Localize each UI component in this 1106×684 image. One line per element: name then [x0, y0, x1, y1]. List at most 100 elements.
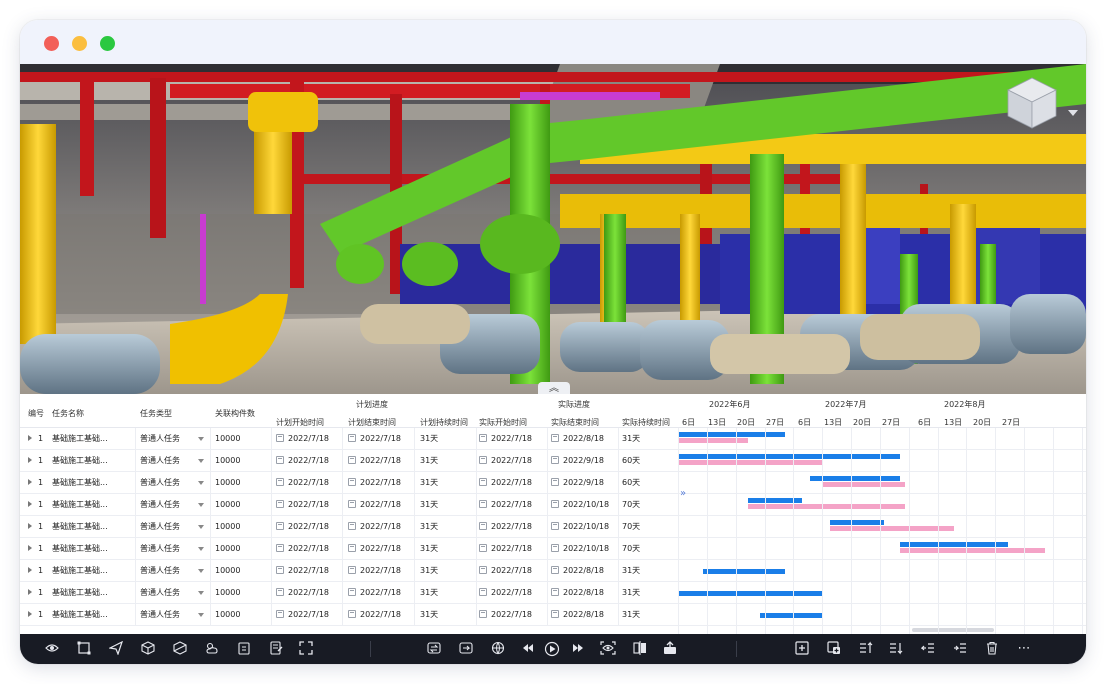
- calendar-icon[interactable]: [276, 522, 284, 530]
- cell-actual-end[interactable]: 2022/10/18: [551, 516, 621, 538]
- cell-plan-end[interactable]: 2022/7/18: [348, 604, 418, 626]
- expand-row-icon[interactable]: [28, 611, 32, 617]
- cell-plan-end[interactable]: 2022/7/18: [348, 516, 418, 538]
- calendar-icon[interactable]: [479, 522, 487, 530]
- globe-settings-icon[interactable]: [488, 639, 508, 659]
- calendar-icon[interactable]: [276, 588, 284, 596]
- gantt-plan-bar[interactable]: [809, 476, 901, 481]
- gantt-plan-bar[interactable]: [678, 432, 786, 437]
- calendar-icon[interactable]: [551, 456, 559, 464]
- table-row[interactable]: 1 基础施工基础... 普通人任务 10000 2022/7/18 2022/7/18 31…: [20, 538, 1086, 560]
- expand-timeline-icon[interactable]: »: [680, 488, 686, 499]
- calendar-icon[interactable]: [551, 588, 559, 596]
- dropdown-arrow-icon[interactable]: [198, 591, 204, 595]
- dropdown-arrow-icon[interactable]: [198, 503, 204, 507]
- cell-actual-start[interactable]: 2022/7/18: [479, 582, 549, 604]
- calendar-icon[interactable]: [348, 566, 356, 574]
- calendar-icon[interactable]: [551, 522, 559, 530]
- calendar-icon[interactable]: [551, 434, 559, 442]
- dropdown-arrow-icon[interactable]: [198, 525, 204, 529]
- cell-plan-end[interactable]: 2022/7/18: [348, 494, 418, 516]
- table-row[interactable]: 1 基础施工基础... 普通人任务 10000 2022/7/18 2022/7/18 31…: [20, 516, 1086, 538]
- cell-actual-end[interactable]: 2022/10/18: [551, 494, 621, 516]
- section-cube-icon[interactable]: [170, 639, 190, 659]
- cell-plan-start[interactable]: 2022/7/18: [276, 428, 346, 450]
- gantt-actual-bar[interactable]: [748, 504, 905, 509]
- gantt-plan-bar[interactable]: [702, 569, 786, 574]
- cell-actual-start[interactable]: 2022/7/18: [479, 560, 549, 582]
- gantt-actual-bar[interactable]: [900, 548, 1045, 553]
- cell-plan-end[interactable]: 2022/7/18: [348, 472, 418, 494]
- timeline-scrollbar[interactable]: [912, 628, 994, 632]
- calendar-icon[interactable]: [479, 566, 487, 574]
- expand-row-icon[interactable]: [28, 479, 32, 485]
- cell-actual-start[interactable]: 2022/7/18: [479, 604, 549, 626]
- cell-actual-end[interactable]: 2022/10/18: [551, 538, 621, 560]
- add-task-icon[interactable]: [792, 639, 812, 659]
- cell-plan-start[interactable]: 2022/7/18: [276, 494, 346, 516]
- indent-icon[interactable]: [950, 639, 970, 659]
- calendar-icon[interactable]: [348, 434, 356, 442]
- rewind-icon[interactable]: [518, 639, 538, 659]
- gantt-actual-bar[interactable]: [822, 482, 905, 487]
- send-icon[interactable]: [106, 639, 126, 659]
- calendar-icon[interactable]: [276, 456, 284, 464]
- gantt-actual-bar[interactable]: [678, 438, 749, 443]
- cell-plan-start[interactable]: 2022/7/18: [276, 560, 346, 582]
- calendar-icon[interactable]: [276, 544, 284, 552]
- close-window-button[interactable]: [44, 36, 59, 51]
- calendar-icon[interactable]: [276, 610, 284, 618]
- table-row[interactable]: 1 基础施工基础... 普通人任务 10000 2022/7/18 2022/7/18 31…: [20, 472, 1086, 494]
- calendar-icon[interactable]: [348, 500, 356, 508]
- table-row[interactable]: 1 基础施工基础... 普通人任务 10000 2022/7/18 2022/7/18 31…: [20, 494, 1086, 516]
- cell-actual-end[interactable]: 2022/9/18: [551, 450, 621, 472]
- select-box-icon[interactable]: [74, 639, 94, 659]
- expand-row-icon[interactable]: [28, 567, 32, 573]
- calendar-icon[interactable]: [479, 434, 487, 442]
- cell-plan-start[interactable]: 2022/7/18: [276, 450, 346, 472]
- dropdown-arrow-icon[interactable]: [198, 459, 204, 463]
- cell-plan-start[interactable]: 2022/7/18: [276, 516, 346, 538]
- calendar-icon[interactable]: [479, 588, 487, 596]
- dropdown-arrow-icon[interactable]: [198, 481, 204, 485]
- cube-icon[interactable]: [138, 639, 158, 659]
- fullscreen-icon[interactable]: [296, 639, 316, 659]
- fast-forward-icon[interactable]: [568, 639, 588, 659]
- gantt-actual-bar[interactable]: [830, 526, 955, 531]
- calendar-icon[interactable]: [348, 610, 356, 618]
- calendar-icon[interactable]: [348, 544, 356, 552]
- cell-actual-start[interactable]: 2022/7/18: [479, 450, 549, 472]
- gantt-plan-bar[interactable]: [830, 520, 884, 525]
- focus-view-icon[interactable]: [598, 639, 618, 659]
- cell-actual-start[interactable]: 2022/7/18: [479, 472, 549, 494]
- table-row[interactable]: 1 基础施工基础... 普通人任务 10000 2022/7/18 2022/7/18 31…: [20, 560, 1086, 582]
- collapse-panel-button[interactable]: ︽: [538, 382, 570, 394]
- calendar-icon[interactable]: [479, 610, 487, 618]
- cell-actual-start[interactable]: 2022/7/18: [479, 516, 549, 538]
- gantt-plan-bar[interactable]: [900, 542, 1008, 547]
- gantt-plan-bar[interactable]: [678, 591, 823, 596]
- calendar-icon[interactable]: [276, 434, 284, 442]
- table-row[interactable]: 1 基础施工基础... 普通人任务 10000 2022/7/18 2022/7/18 31…: [20, 582, 1086, 604]
- weather-icon[interactable]: [202, 639, 222, 659]
- calendar-icon[interactable]: [348, 456, 356, 464]
- calendar-icon[interactable]: [551, 500, 559, 508]
- cell-plan-end[interactable]: 2022/7/18: [348, 450, 418, 472]
- calendar-icon[interactable]: [348, 588, 356, 596]
- play-icon[interactable]: [542, 639, 562, 659]
- navigation-cube-icon[interactable]: [1004, 74, 1060, 130]
- calendar-icon[interactable]: [479, 456, 487, 464]
- dropdown-arrow-icon[interactable]: [198, 613, 204, 617]
- calendar-icon[interactable]: [348, 478, 356, 486]
- calendar-icon[interactable]: [551, 478, 559, 486]
- table-row[interactable]: 1 基础施工基础... 普通人任务 10000 2022/7/18 2022/7/18 31…: [20, 450, 1086, 472]
- calendar-icon[interactable]: [479, 544, 487, 552]
- calendar-icon[interactable]: [276, 500, 284, 508]
- cell-actual-end[interactable]: 2022/8/18: [551, 428, 621, 450]
- dropdown-arrow-icon[interactable]: [198, 569, 204, 573]
- cell-actual-start[interactable]: 2022/7/18: [479, 494, 549, 516]
- calendar-icon[interactable]: [551, 566, 559, 574]
- more-options-icon[interactable]: ⋯: [1014, 639, 1034, 659]
- expand-row-icon[interactable]: [28, 457, 32, 463]
- cell-actual-end[interactable]: 2022/8/18: [551, 582, 621, 604]
